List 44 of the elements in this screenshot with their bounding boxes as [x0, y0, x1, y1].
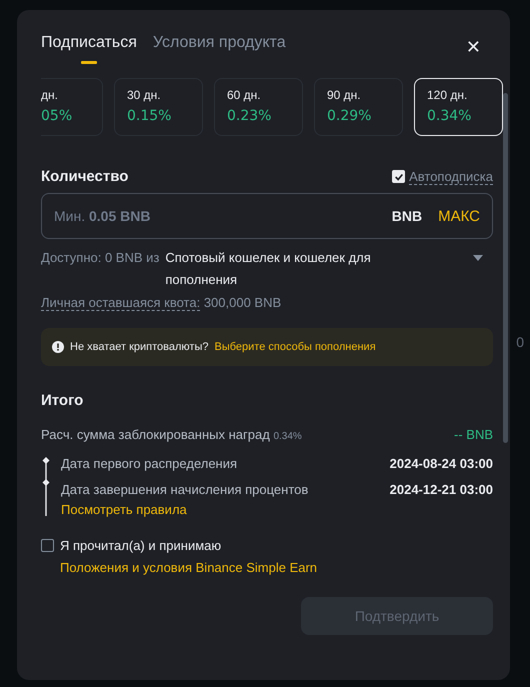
term-duration: 90 дн.: [327, 88, 362, 102]
section-title: Итого: [41, 392, 84, 409]
auto-subscribe-label[interactable]: Автоподписка: [409, 168, 493, 184]
rewards-value: -- BNB: [454, 427, 493, 442]
tab[interactable]: Подписаться: [41, 32, 137, 62]
wallet-select[interactable]: Спотовый кошелек и кошелек для пополнения: [165, 247, 396, 291]
term-card[interactable]: 60 дн. 0.23%: [214, 78, 303, 136]
term-duration: дн.: [41, 88, 59, 102]
date-value: 2024-08-24 03:00: [390, 456, 493, 470]
term-apr: 0.23%: [227, 108, 272, 124]
section-title: Количество: [41, 168, 128, 185]
background-text: 0: [516, 334, 524, 350]
caret-icon[interactable]: [473, 255, 483, 261]
date-label: Дата завершения начисления процентов: [61, 482, 308, 496]
term-apr: 0.29%: [327, 108, 372, 124]
term-card[interactable]: дн. 05%: [41, 78, 103, 136]
term-duration: 30 дн.: [127, 88, 162, 102]
tab[interactable]: Условия продукта: [152, 32, 286, 62]
term-apr: 0.15%: [127, 108, 172, 124]
warning-icon: [52, 341, 64, 353]
available-label: Доступно: 0 BNB из: [41, 249, 160, 267]
term-card[interactable]: 30 дн. 0.15%: [114, 78, 203, 136]
amount-field[interactable]: Мин. 0.05 BNB BNB МАКС: [41, 193, 493, 239]
term-apr: 05%: [41, 108, 74, 124]
rewards-label: Расч. сумма заблокированных наград 0.34%: [41, 427, 302, 442]
close-button[interactable]: ✕: [462, 36, 485, 58]
rules-link[interactable]: Посмотреть правила: [61, 502, 493, 517]
placeholder: Мин. 0.05 BNB: [54, 208, 152, 224]
agreement-text: Я прочитал(а) и принимаю Положения и условия Binance Simple Earn: [60, 537, 318, 577]
max-button[interactable]: МАКС: [438, 208, 480, 224]
term-apr: 0.34%: [427, 108, 472, 124]
quota-text: Личная оставшаяся квота: 300,000 BNB: [41, 295, 282, 310]
timeline-drawing: [41, 456, 51, 516]
checkbox[interactable]: [41, 539, 54, 552]
deposit-link[interactable]: Выберите способы пополнения: [214, 341, 376, 353]
currency-label: BNB: [392, 208, 422, 224]
term-duration: 60 дн.: [227, 88, 262, 102]
term-duration: 120 дн.: [427, 88, 468, 102]
term-card[interactable]: 90 дн. 0.29%: [314, 78, 403, 136]
scrollbar-thumb[interactable]: [503, 93, 508, 443]
date-label: Дата первого распределения: [61, 456, 238, 470]
notice-text: Не хватает криптовалюты?: [70, 341, 208, 353]
terms-link[interactable]: Положения и условия Binance Simple Earn: [60, 560, 318, 575]
date-value: 2024-12-21 03:00: [390, 482, 493, 496]
